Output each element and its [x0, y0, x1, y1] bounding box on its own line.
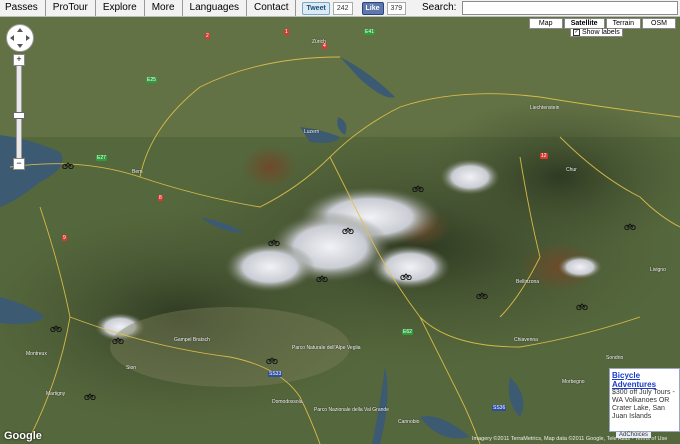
ad-body: $300 off July Tours - WA Volkanoes OR Cr… — [612, 389, 675, 420]
place-label: Chiavenna — [514, 337, 538, 343]
bicycle-marker-icon[interactable] — [316, 275, 328, 282]
zoom-in-button[interactable]: + — [13, 54, 25, 66]
road-shield: E62 — [402, 329, 413, 335]
road-shield: 8 — [158, 195, 163, 201]
pan-arrows-icon — [10, 28, 30, 48]
pan-control[interactable] — [6, 24, 34, 52]
place-label: Liechtenstein — [530, 105, 560, 111]
nav-passes[interactable]: Passes — [0, 0, 46, 16]
google-logo: Google — [4, 430, 42, 442]
road-shield: 1 — [284, 29, 289, 35]
road-shield: E41 — [364, 29, 375, 35]
nav-explore[interactable]: Explore — [96, 0, 145, 16]
bicycle-marker-icon[interactable] — [50, 325, 62, 332]
road-shield: E25 — [146, 77, 157, 83]
top-navigation-bar: Passes ProTour Explore More Languages Co… — [0, 0, 680, 17]
map-type-map-button[interactable]: Map — [528, 18, 563, 29]
road-shield: SS33 — [268, 371, 283, 377]
place-label: Gampel Bratsch — [174, 337, 210, 343]
place-label: Parco Nazionale della Val Grande — [314, 407, 389, 413]
bicycle-marker-icon[interactable] — [268, 239, 280, 246]
nav-more[interactable]: More — [145, 0, 183, 16]
zoom-slider-handle[interactable] — [13, 112, 25, 119]
map-attribution: Imagery ©2011 TerraMetrics, Map data ©20… — [472, 436, 668, 442]
place-label: Sondrio — [606, 355, 624, 361]
road-shield: 4 — [322, 43, 327, 49]
road-shield: 9 — [62, 235, 67, 241]
road-shield: 12 — [540, 153, 548, 159]
place-label: Sion — [126, 365, 137, 371]
place-label: Luzern — [304, 129, 320, 135]
bicycle-marker-icon[interactable] — [112, 337, 124, 344]
place-label: Morbegno — [562, 379, 585, 385]
show-labels-text: Show labels — [582, 29, 620, 36]
place-label: Bellinzona — [516, 279, 540, 285]
advertisement[interactable]: Bicycle Adventures $300 off July Tours -… — [609, 368, 680, 432]
nav-protour[interactable]: ProTour — [46, 0, 96, 16]
nav-languages[interactable]: Languages — [183, 0, 248, 16]
place-label: Montreux — [26, 351, 47, 357]
place-label: Bern — [132, 169, 143, 175]
place-label: Domodossola — [272, 399, 303, 405]
search-label: Search: — [422, 2, 457, 13]
ad-title-link[interactable]: Bicycle Adventures — [612, 371, 677, 389]
road-shield: 2 — [205, 33, 210, 39]
search-input[interactable] — [462, 1, 678, 15]
bicycle-marker-icon[interactable] — [62, 162, 74, 169]
road-shield: SS36 — [492, 405, 507, 411]
bicycle-marker-icon[interactable] — [576, 303, 588, 310]
facebook-like-button[interactable]: Like — [361, 1, 384, 15]
bicycle-marker-icon[interactable] — [84, 393, 96, 400]
tweet-count: 242 — [332, 1, 353, 15]
bicycle-marker-icon[interactable] — [412, 185, 424, 192]
nav-contact[interactable]: Contact — [247, 0, 297, 16]
place-label: Livigno — [650, 267, 666, 273]
bicycle-marker-icon[interactable] — [624, 223, 636, 230]
show-labels-toggle[interactable]: ✓ Show labels — [570, 28, 623, 37]
place-label: Cannobio — [398, 419, 420, 425]
place-label: Chur — [566, 167, 577, 173]
place-label: Martigny — [46, 391, 66, 397]
satellite-map[interactable]: Zürich Luzern Bern Liechtenstein Chur Do… — [0, 17, 680, 444]
place-label: Parco Naturale dell'Alpe Veglia — [292, 345, 361, 351]
road-shield: E27 — [96, 155, 107, 161]
zoom-out-button[interactable]: − — [13, 158, 25, 170]
bicycle-marker-icon[interactable] — [400, 273, 412, 280]
bicycle-marker-icon[interactable] — [342, 227, 354, 234]
bicycle-marker-icon[interactable] — [476, 292, 488, 299]
tweet-button[interactable]: Tweet — [302, 1, 330, 15]
map-type-osm-button[interactable]: OSM — [642, 18, 676, 29]
social-share: Tweet 242 Like 379 — [302, 1, 407, 15]
like-count: 379 — [386, 1, 407, 15]
bicycle-marker-icon[interactable] — [266, 357, 278, 364]
checkbox-checked-icon[interactable]: ✓ — [573, 29, 580, 36]
